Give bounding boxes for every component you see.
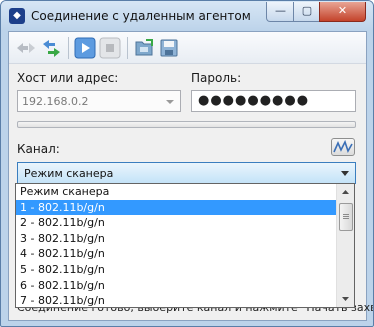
- thumb-grip: [343, 218, 349, 219]
- scroll-down-button[interactable]: [338, 291, 353, 306]
- window-title: Соединение с удаленным агентом: [31, 9, 251, 23]
- chevron-down-icon[interactable]: [166, 100, 174, 104]
- password-field[interactable]: ●●●●●●●●●: [191, 90, 356, 112]
- title-bar[interactable]: ◆ Соединение с удаленным агентом — ▢ ✕: [1, 1, 373, 31]
- maximize-button[interactable]: ▢: [293, 2, 321, 22]
- connect-icon[interactable]: [15, 37, 37, 59]
- stop-icon[interactable]: [99, 37, 121, 59]
- scroll-thumb[interactable]: [339, 203, 353, 231]
- channel-label: Канал:: [17, 142, 60, 156]
- chevron-down-icon: [342, 297, 349, 301]
- toolbar-separator: [127, 37, 128, 59]
- transfer-icon[interactable]: [40, 37, 62, 59]
- channel-value: Режим сканера: [24, 167, 114, 180]
- dropdown-option[interactable]: 4 - 802.11b/g/n: [16, 246, 338, 262]
- dropdown-option[interactable]: 7 - 802.11b/g/n: [16, 293, 338, 307]
- close-button[interactable]: ✕: [319, 2, 366, 22]
- dropdown-options: Режим сканера 1 - 802.11b/g/n 2 - 802.11…: [16, 184, 338, 307]
- app-icon: ◆: [9, 8, 25, 24]
- channel-dropdown-list[interactable]: Режим сканера 1 - 802.11b/g/n 2 - 802.11…: [15, 183, 355, 308]
- dropdown-option[interactable]: 5 - 802.11b/g/n: [16, 262, 338, 278]
- dropdown-scrollbar[interactable]: [336, 184, 354, 307]
- dropdown-option[interactable]: 6 - 802.11b/g/n: [16, 278, 338, 294]
- host-value: 192.168.0.2: [22, 95, 89, 108]
- toolbar: [9, 32, 366, 64]
- channel-combobox[interactable]: Режим сканера: [17, 162, 356, 184]
- host-label: Хост или адрес:: [17, 71, 119, 85]
- channel-graph-button[interactable]: [331, 138, 355, 156]
- dropdown-option[interactable]: Режим сканера: [16, 184, 338, 200]
- dropdown-option[interactable]: 3 - 802.11b/g/n: [16, 231, 338, 247]
- toolbar-separator: [68, 37, 69, 59]
- progress-bar: [17, 121, 356, 128]
- password-value: ●●●●●●●●●: [198, 93, 310, 108]
- minimize-button[interactable]: —: [266, 2, 295, 22]
- chevron-down-icon[interactable]: [341, 171, 349, 176]
- thumb-grip: [343, 216, 349, 217]
- host-combobox[interactable]: 192.168.0.2: [17, 90, 181, 112]
- thumb-grip: [343, 214, 349, 215]
- network-folder-icon[interactable]: [133, 37, 155, 59]
- save-network-icon[interactable]: [158, 37, 180, 59]
- chevron-up-icon: [342, 190, 349, 194]
- password-label: Пароль:: [191, 71, 242, 85]
- play-icon[interactable]: [74, 37, 96, 59]
- dropdown-option[interactable]: 1 - 802.11b/g/n: [16, 199, 338, 216]
- signal-graph-icon: [333, 139, 353, 153]
- dropdown-option[interactable]: 2 - 802.11b/g/n: [16, 215, 338, 231]
- scroll-up-button[interactable]: [338, 185, 353, 200]
